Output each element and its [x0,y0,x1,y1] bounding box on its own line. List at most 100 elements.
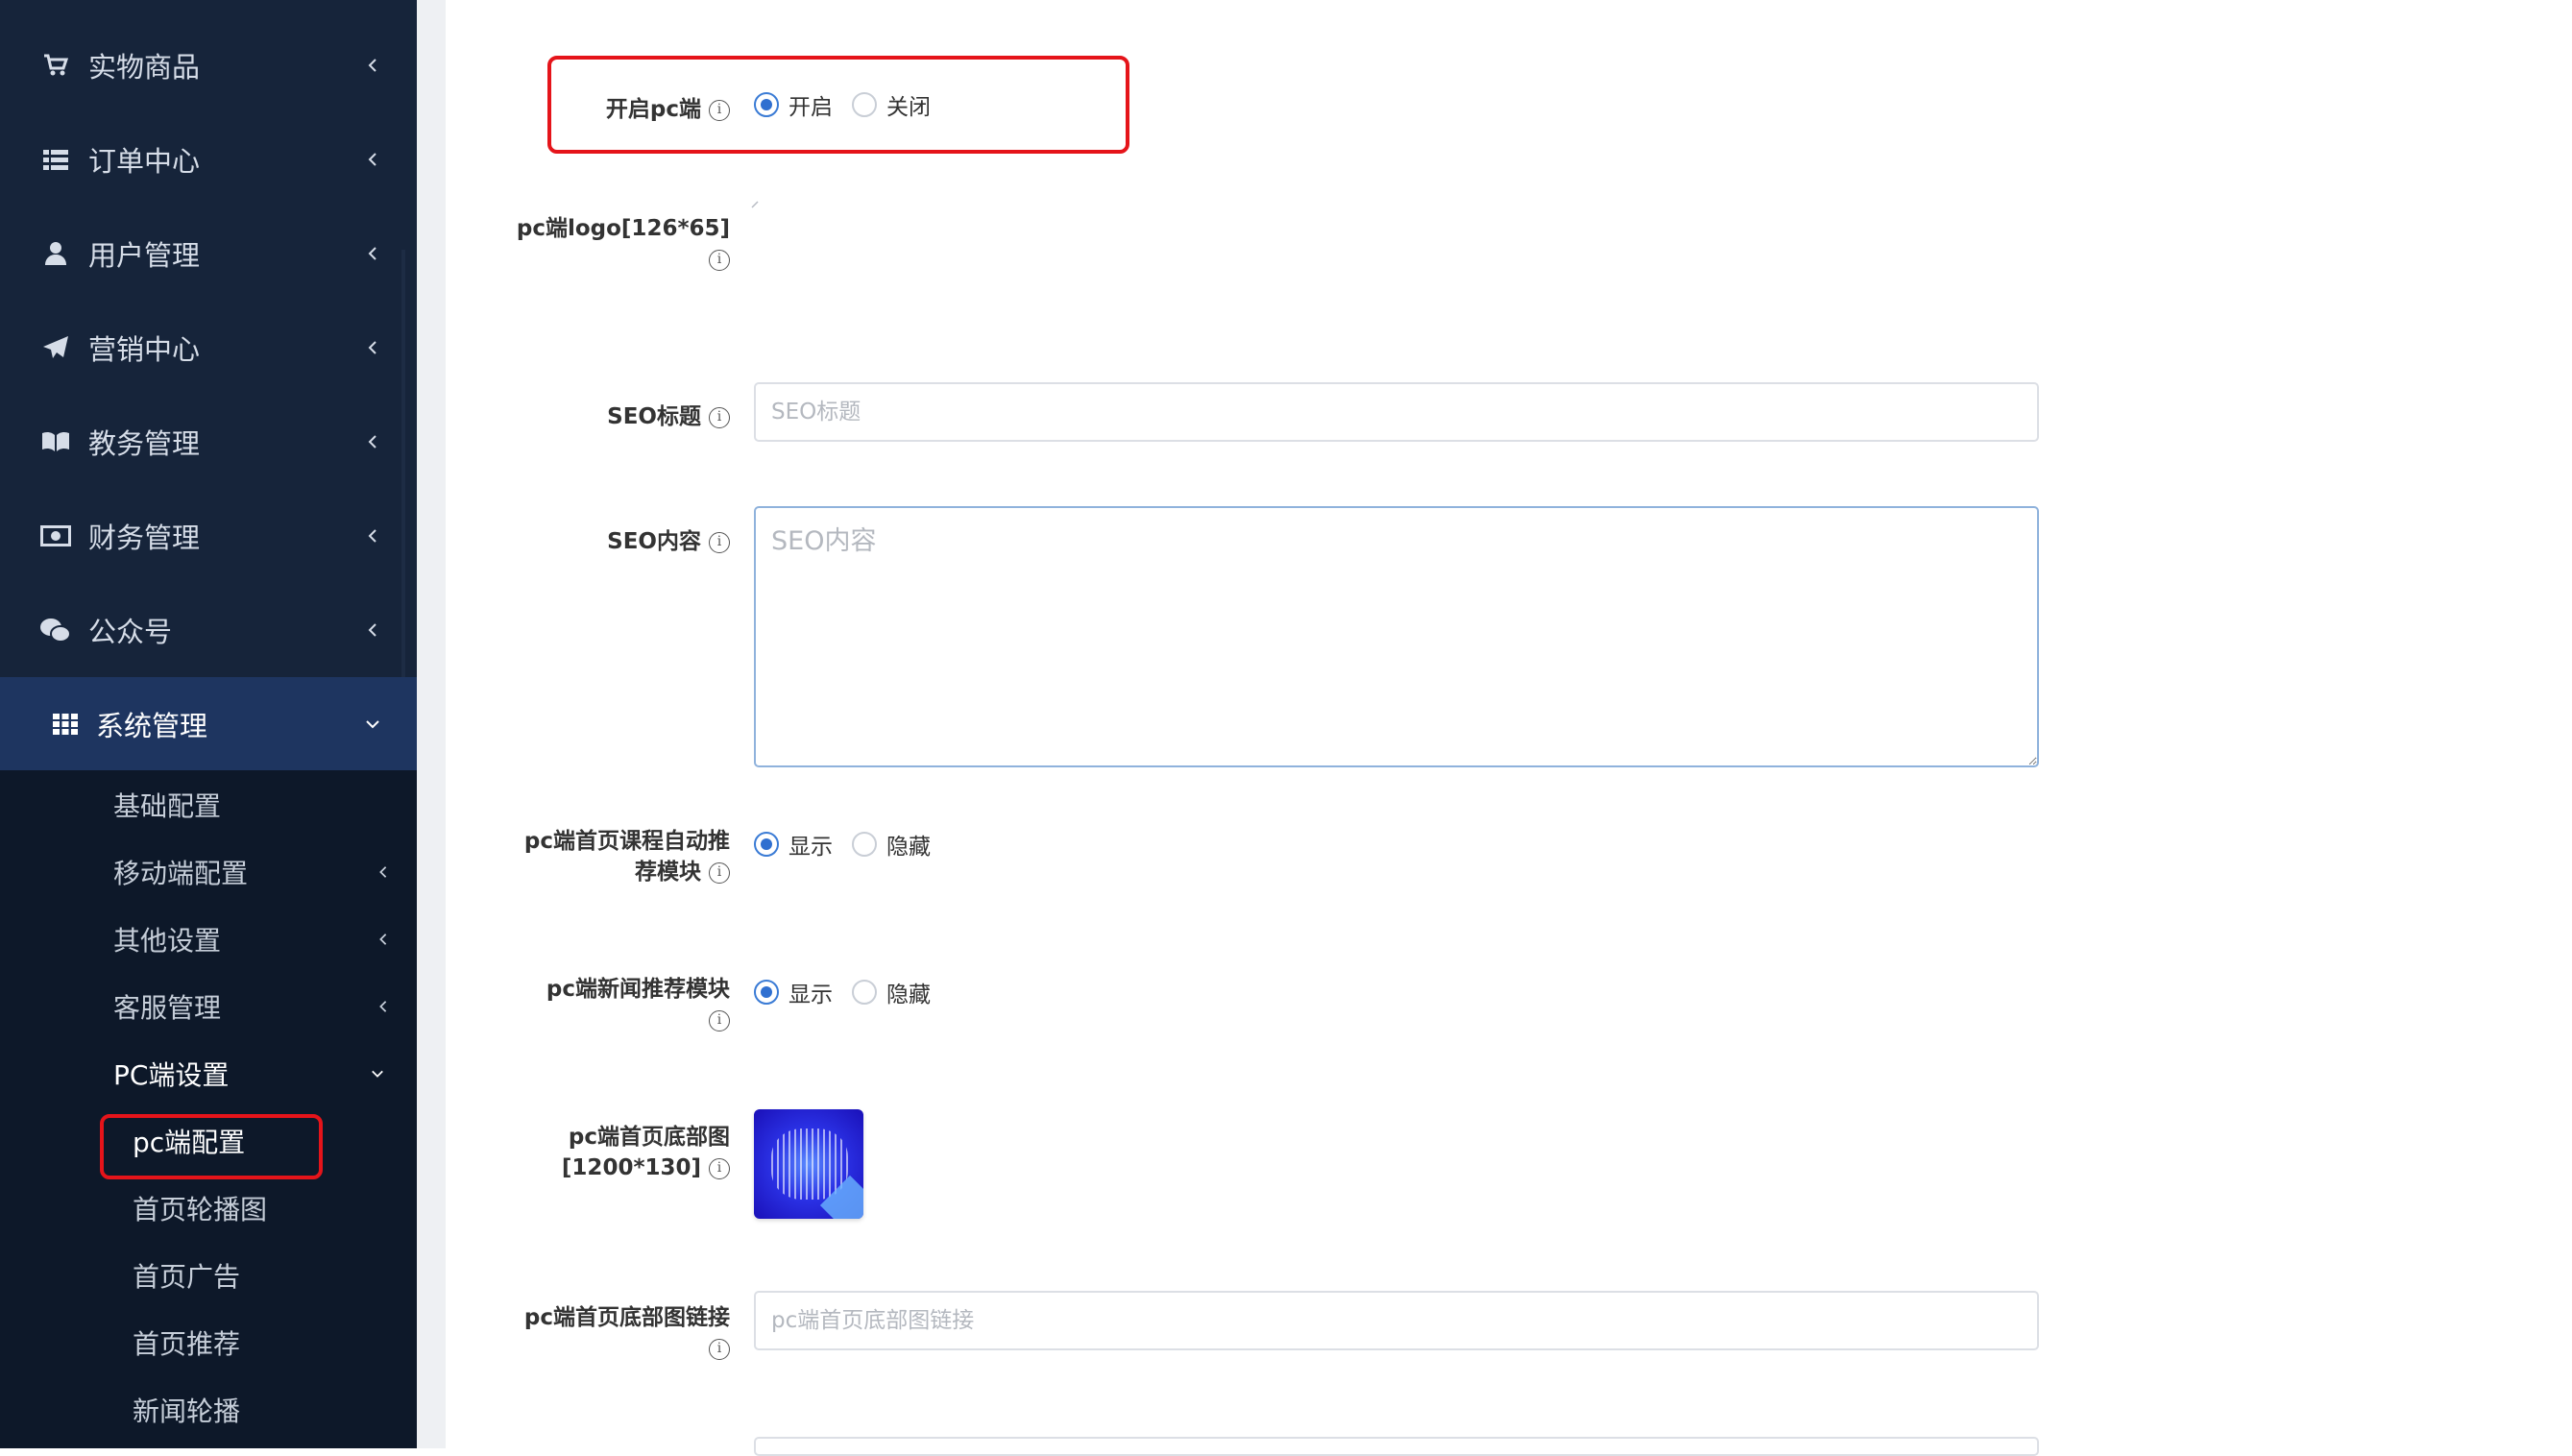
sidebar-item-label: 教务管理 [88,427,201,460]
grid-icon [48,707,83,741]
chevron-left-icon [368,623,376,637]
chevron-left-icon [368,435,376,449]
chevron-left-icon [368,153,376,166]
next-input-partial[interactable] [754,1437,2039,1456]
seo-title-input[interactable] [754,382,2039,442]
sidebar-subitem-label: 首页广告 [133,1261,241,1293]
wechat-icon [38,613,73,647]
sidebar-subitem-label: 基础配置 [113,790,222,822]
chevron-left-icon [368,529,376,543]
user-icon [38,236,73,271]
paper-plane-icon [38,330,73,365]
course-recommend-label-line1: pc端首页课程自动推 [523,829,730,854]
radio-label: 显示 [789,835,833,860]
sidebar-item-official-account[interactable]: 公众号 [0,583,417,677]
bottom-link-input[interactable] [754,1291,2039,1350]
open-pc-radio-off[interactable] [852,92,877,117]
radio-label: 显示 [789,983,833,1007]
form-row-course-recommend-label: pc端首页课程自动推 荐模块 i [480,826,730,893]
form-row-news-recommend-label: pc端新闻推荐模块 i [480,974,730,1041]
info-icon[interactable]: i [709,531,730,553]
news-recommend-label: pc端新闻推荐模块 [546,977,730,1002]
form-row-open-pc-label: 开启pc端 i [480,94,730,133]
bottom-link-label: pc端首页底部图链接 [523,1305,730,1330]
bottom-image-label-line2: [1200*130] [561,1155,701,1180]
chevron-left-icon [379,866,387,878]
sidebar-subitem-home-recommend[interactable]: 首页推荐 [0,1312,417,1373]
sidebar-item-label: 财务管理 [88,522,201,554]
chevron-left-icon [379,934,387,945]
info-icon[interactable]: i [709,99,730,121]
sidebar-item-academic-management[interactable]: 教务管理 [0,395,417,489]
sidebar-subitem-customer-service[interactable]: 客服管理 [0,976,417,1037]
sidebar-subitem-label: 新闻轮播 [133,1395,241,1427]
radio-label: 隐藏 [886,835,931,860]
news-recommend-radio-group: 显示 隐藏 [754,976,950,1008]
sidebar-subitem-label: PC端设置 [113,1059,230,1091]
open-pc-radio-on[interactable] [754,92,779,117]
form-row-seo-content-label: SEO内容 i [480,526,730,565]
form-row-pc-logo-label: pc端logo[126*65] i [480,213,730,280]
list-icon [38,142,73,177]
info-icon[interactable]: i [709,406,730,428]
sidebar-subitem-label: 移动端配置 [113,858,249,889]
sidebar-item-physical-goods[interactable]: 实物商品 [0,18,417,112]
course-recommend-label-line2: 荐模块 [635,860,701,885]
radio-label: 隐藏 [886,983,931,1007]
info-icon[interactable]: i [709,249,730,271]
sidebar-subitem-mobile-config[interactable]: 移动端配置 [0,841,417,903]
book-icon [38,425,73,459]
sidebar-item-label: 营销中心 [88,333,201,366]
sidebar-item-label: 系统管理 [96,710,208,742]
sidebar-subitem-home-ads[interactable]: 首页广告 [0,1245,417,1306]
radio-label: 开启 [789,95,833,120]
sidebar-item-label: 公众号 [88,616,173,648]
bottom-image-label-line1: pc端首页底部图 [568,1125,730,1150]
sidebar-item-label: 订单中心 [88,145,201,178]
sidebar-subitem-other-settings[interactable]: 其他设置 [0,909,417,970]
chevron-left-icon [379,1001,387,1012]
form-row-bottom-link-label: pc端首页底部图链接 i [480,1302,730,1370]
sidebar-subitem-basic-config[interactable]: 基础配置 [0,774,417,836]
info-icon[interactable]: i [709,1009,730,1031]
news-recommend-radio-hide[interactable] [852,980,877,1005]
sidebar-item-user-management[interactable]: 用户管理 [0,206,417,301]
annotation-highlight-pc-config [100,1114,323,1179]
sidebar-subitem-label: 客服管理 [113,992,222,1024]
form-row-bottom-image-label: pc端首页底部图 [1200*130] i [480,1122,730,1189]
radio-label: 关闭 [886,95,931,120]
sidebar-item-marketing-center[interactable]: 营销中心 [0,301,417,395]
chevron-left-icon [368,247,376,260]
seo-content-textarea[interactable] [754,506,2039,767]
content-gutter [417,0,446,1448]
pc-logo-label: pc端logo[126*65] [516,216,730,241]
course-recommend-radio-hide[interactable] [852,832,877,857]
form-row-seo-title-label: SEO标题 i [480,401,730,440]
money-icon [38,519,73,553]
sidebar-item-finance-management[interactable]: 财务管理 [0,489,417,583]
pc-logo-upload[interactable] [751,197,759,208]
info-icon[interactable]: i [709,1157,730,1179]
open-pc-radio-group: 开启 关闭 [754,88,950,121]
sidebar-subitem-home-carousel[interactable]: 首页轮播图 [0,1177,417,1239]
news-recommend-radio-show[interactable] [754,980,779,1005]
sidebar-subitem-news-carousel[interactable]: 新闻轮播 [0,1379,417,1441]
sidebar-item-label: 用户管理 [88,239,201,272]
cart-icon [38,48,73,83]
seo-content-label: SEO内容 [607,529,701,554]
sidebar-subitem-label: 首页推荐 [133,1328,241,1360]
sidebar-item-system-management[interactable]: 系统管理 [0,677,417,771]
sidebar-item-label: 实物商品 [88,51,201,84]
course-recommend-radio-show[interactable] [754,832,779,857]
sidebar: 实物商品 订单中心 用户管理 营销中心 教务管理 财务管理 公众号 系统管理 基… [0,0,417,1448]
chevron-down-icon [372,1070,383,1078]
bottom-image-thumbnail[interactable] [754,1109,863,1219]
sidebar-subitem-label: 其他设置 [113,925,222,957]
sidebar-subitem-label: 首页轮播图 [133,1194,268,1225]
course-recommend-radio-group: 显示 隐藏 [754,828,950,861]
chevron-left-icon [368,341,376,354]
sidebar-subitem-pc-settings[interactable]: PC端设置 [0,1043,417,1104]
info-icon[interactable]: i [709,1338,730,1360]
sidebar-item-order-center[interactable]: 订单中心 [0,112,417,206]
info-icon[interactable]: i [709,861,730,884]
